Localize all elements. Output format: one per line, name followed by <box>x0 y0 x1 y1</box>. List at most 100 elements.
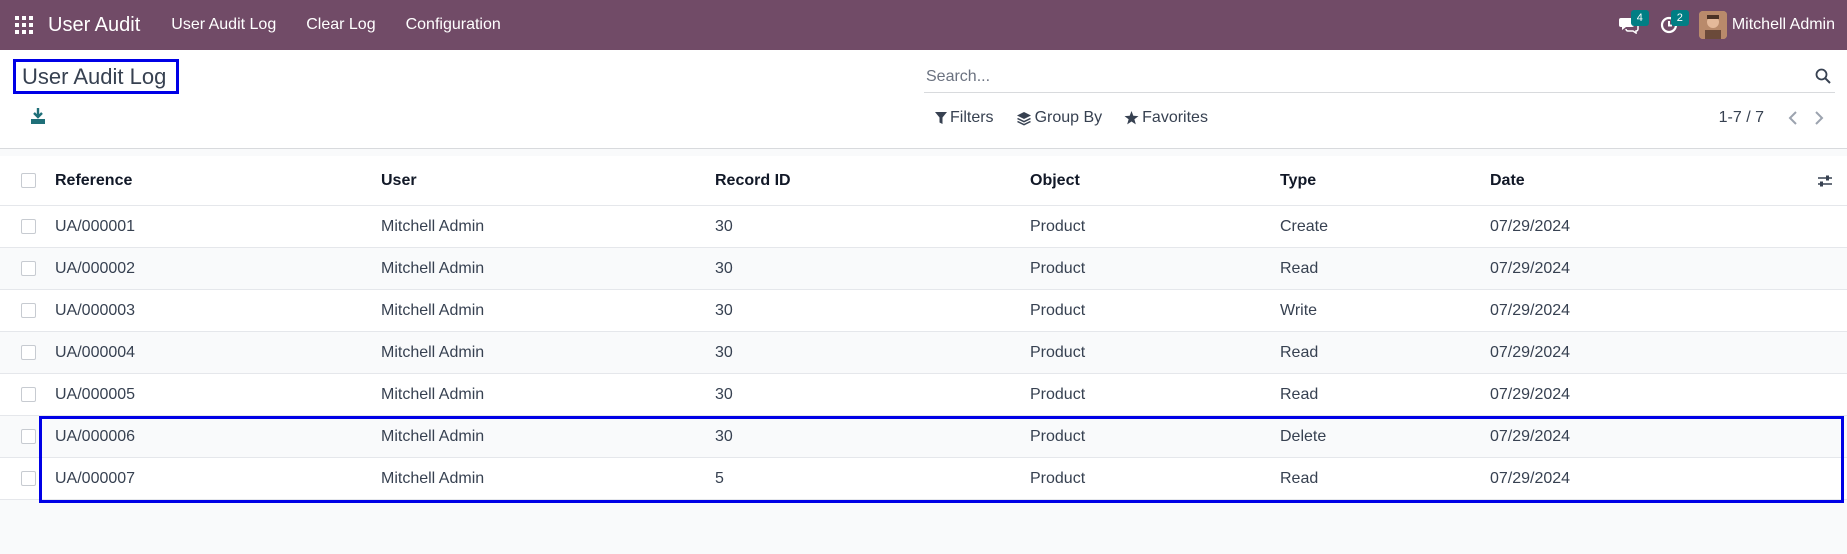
page-title: User Audit Log <box>13 59 179 94</box>
cell-object: Product <box>1030 259 1086 277</box>
row-checkbox[interactable] <box>0 219 55 234</box>
cell-user: Mitchell Admin <box>381 427 485 445</box>
funnel-icon <box>935 111 947 124</box>
row-checkbox[interactable] <box>0 429 55 444</box>
column-header-record-id[interactable]: Record ID <box>715 172 1030 190</box>
table-row[interactable]: UA/000004 Mitchell Admin 30 Product Read… <box>0 332 1847 374</box>
column-header-date[interactable]: Date <box>1490 172 1790 190</box>
row-checkbox[interactable] <box>0 345 55 360</box>
column-header-object[interactable]: Object <box>1030 172 1280 190</box>
cell-user: Mitchell Admin <box>381 217 485 235</box>
cell-date: 07/29/2024 <box>1490 385 1571 403</box>
cell-object: Product <box>1030 301 1086 319</box>
cell-reference: UA/000007 <box>55 469 136 487</box>
menu-user-audit-log[interactable]: User Audit Log <box>171 16 276 34</box>
cell-reference: UA/000001 <box>55 217 136 235</box>
cell-object: Product <box>1030 217 1086 235</box>
cell-reference: UA/000003 <box>55 301 136 319</box>
cell-reference: UA/000004 <box>55 343 136 361</box>
sliders-icon[interactable] <box>1817 173 1833 194</box>
cell-date: 07/29/2024 <box>1490 301 1571 319</box>
cell-user: Mitchell Admin <box>381 301 485 319</box>
chevron-left-icon <box>1788 111 1797 125</box>
column-header-user[interactable]: User <box>381 172 715 190</box>
table-row[interactable]: UA/000006 Mitchell Admin 30 Product Dele… <box>0 416 1847 458</box>
filters-toggle[interactable]: Filters <box>935 109 994 127</box>
column-header-reference[interactable]: Reference <box>55 172 381 190</box>
favorites-toggle[interactable]: Favorites <box>1124 109 1208 127</box>
cell-type: Read <box>1280 385 1319 403</box>
star-icon <box>1124 111 1139 125</box>
cell-object: Product <box>1030 343 1086 361</box>
table-row[interactable]: UA/000002 Mitchell Admin 30 Product Read… <box>0 248 1847 290</box>
audit-log-table: Reference User Record ID Object Type Dat… <box>0 156 1847 500</box>
row-checkbox[interactable] <box>0 387 55 402</box>
cell-date: 07/29/2024 <box>1490 259 1571 277</box>
search-box <box>924 59 1835 93</box>
app-name[interactable]: User Audit <box>48 14 140 37</box>
cell-record-id: 30 <box>715 217 733 235</box>
cell-record-id: 30 <box>715 343 733 361</box>
table-row[interactable]: UA/000003 Mitchell Admin 30 Product Writ… <box>0 290 1847 332</box>
search-panel-toggles: Filters Group By Favorites <box>935 109 1230 127</box>
table-header: Reference User Record ID Object Type Dat… <box>0 156 1847 206</box>
cell-object: Product <box>1030 469 1086 487</box>
cell-type: Read <box>1280 343 1319 361</box>
pager: 1-7 / 7 <box>1719 109 1832 127</box>
cell-record-id: 30 <box>715 259 733 277</box>
activity-badge: 2 <box>1670 10 1689 26</box>
table-row[interactable]: UA/000007 Mitchell Admin 5 Product Read … <box>0 458 1847 500</box>
cell-record-id: 30 <box>715 385 733 403</box>
cell-date: 07/29/2024 <box>1490 427 1571 445</box>
top-navbar: User Audit User Audit Log Clear Log Conf… <box>0 0 1847 50</box>
cell-record-id: 5 <box>715 469 724 487</box>
pager-next-button[interactable] <box>1806 111 1832 125</box>
row-checkbox[interactable] <box>0 471 55 486</box>
cell-reference: UA/000006 <box>55 427 136 445</box>
cell-record-id: 30 <box>715 301 733 319</box>
cell-record-id: 30 <box>715 427 733 445</box>
cell-date: 07/29/2024 <box>1490 343 1571 361</box>
search-icon[interactable] <box>1815 68 1831 89</box>
cell-date: 07/29/2024 <box>1490 469 1571 487</box>
row-checkbox[interactable] <box>0 261 55 276</box>
filters-label: Filters <box>950 109 994 126</box>
download-icon <box>31 108 45 124</box>
pager-value[interactable]: 1-7 / 7 <box>1719 109 1764 127</box>
search-input[interactable] <box>926 67 1776 87</box>
column-header-type[interactable]: Type <box>1280 172 1490 190</box>
select-all-checkbox[interactable] <box>0 173 55 188</box>
cell-user: Mitchell Admin <box>381 385 485 403</box>
download-button[interactable] <box>30 107 50 129</box>
group-by-toggle[interactable]: Group By <box>1016 109 1103 127</box>
control-panel: User Audit Log Filters <box>0 50 1847 149</box>
cell-user: Mitchell Admin <box>381 259 485 277</box>
cell-object: Product <box>1030 385 1086 403</box>
pager-previous-button[interactable] <box>1780 111 1806 125</box>
favorites-label: Favorites <box>1142 109 1208 126</box>
chevron-right-icon <box>1815 111 1824 125</box>
table-row[interactable]: UA/000005 Mitchell Admin 30 Product Read… <box>0 374 1847 416</box>
cell-user: Mitchell Admin <box>381 343 485 361</box>
cell-object: Product <box>1030 427 1086 445</box>
activity-button[interactable]: 2 <box>1649 0 1689 50</box>
layers-icon <box>1016 111 1031 126</box>
menu-configuration[interactable]: Configuration <box>406 16 501 34</box>
cell-type: Create <box>1280 217 1329 235</box>
messages-button[interactable]: 4 <box>1609 0 1649 50</box>
user-menu[interactable]: Mitchell Admin <box>1732 16 1835 34</box>
row-checkbox[interactable] <box>0 303 55 318</box>
cell-type: Write <box>1280 301 1318 319</box>
cell-reference: UA/000005 <box>55 385 136 403</box>
menu-clear-log[interactable]: Clear Log <box>306 16 375 34</box>
avatar[interactable] <box>1698 11 1727 39</box>
table-row[interactable]: UA/000001 Mitchell Admin 30 Product Crea… <box>0 206 1847 248</box>
cell-user: Mitchell Admin <box>381 469 485 487</box>
cell-type: Delete <box>1280 427 1327 445</box>
messages-badge: 4 <box>1630 10 1649 26</box>
cell-date: 07/29/2024 <box>1490 217 1571 235</box>
apps-grid-icon[interactable] <box>1 0 47 50</box>
group-by-label: Group By <box>1034 109 1103 126</box>
cell-type: Read <box>1280 259 1319 277</box>
cell-type: Read <box>1280 469 1319 487</box>
